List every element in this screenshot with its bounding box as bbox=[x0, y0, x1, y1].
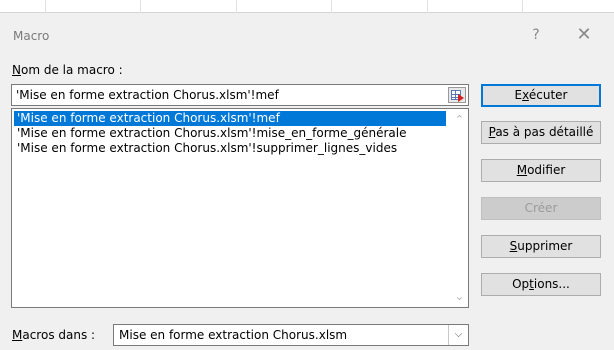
list-item[interactable]: 'Mise en forme extraction Chorus.xlsm'!s… bbox=[14, 141, 446, 156]
macro-name-input[interactable]: 'Mise en forme extraction Chorus.xlsm'!m… bbox=[11, 84, 469, 106]
background-window-strip bbox=[0, 0, 614, 13]
close-icon[interactable]: ✕ bbox=[567, 20, 601, 50]
column-divider bbox=[236, 0, 237, 13]
options-button[interactable]: Options... bbox=[481, 273, 601, 296]
macros-in-select[interactable]: Mise en forme extraction Chorus.xlsm ⌵ bbox=[113, 324, 469, 346]
dialog-title: Macro bbox=[13, 29, 50, 43]
arrow-icon bbox=[458, 94, 464, 102]
list-item[interactable]: 'Mise en forme extraction Chorus.xlsm'!m… bbox=[14, 111, 446, 126]
create-button[interactable]: Créer bbox=[481, 197, 601, 220]
edit-button[interactable]: Modifier bbox=[481, 159, 601, 182]
macro-name-value: 'Mise en forme extraction Chorus.xlsm'!m… bbox=[16, 88, 279, 102]
help-icon[interactable]: ? bbox=[519, 20, 553, 50]
delete-button[interactable]: Supprimer bbox=[481, 235, 601, 258]
column-divider bbox=[331, 0, 332, 13]
macro-name-label: Nom de la macro : bbox=[12, 63, 123, 77]
macro-list[interactable]: 'Mise en forme extraction Chorus.xlsm'!m… bbox=[11, 108, 469, 308]
dialog-title-bar: Macro ? ✕ bbox=[0, 14, 614, 52]
list-scrollbar[interactable]: ⌃ ⌄ bbox=[451, 109, 468, 307]
chevron-down-icon[interactable]: ⌄ bbox=[451, 288, 468, 305]
collapse-dialog-button[interactable] bbox=[448, 87, 466, 103]
list-item[interactable]: 'Mise en forme extraction Chorus.xlsm'!m… bbox=[14, 126, 446, 141]
run-button[interactable]: Exécuter bbox=[481, 84, 601, 107]
macros-in-label: Macros dans : bbox=[12, 328, 96, 342]
step-into-button[interactable]: Pas à pas détaillé bbox=[481, 121, 601, 144]
chevron-up-icon[interactable]: ⌃ bbox=[451, 111, 468, 128]
column-divider bbox=[427, 0, 428, 13]
chevron-down-icon[interactable]: ⌵ bbox=[448, 325, 468, 345]
column-divider bbox=[140, 0, 141, 13]
column-divider bbox=[45, 0, 46, 13]
macros-in-value: Mise en forme extraction Chorus.xlsm bbox=[119, 328, 348, 342]
column-divider bbox=[522, 0, 523, 13]
